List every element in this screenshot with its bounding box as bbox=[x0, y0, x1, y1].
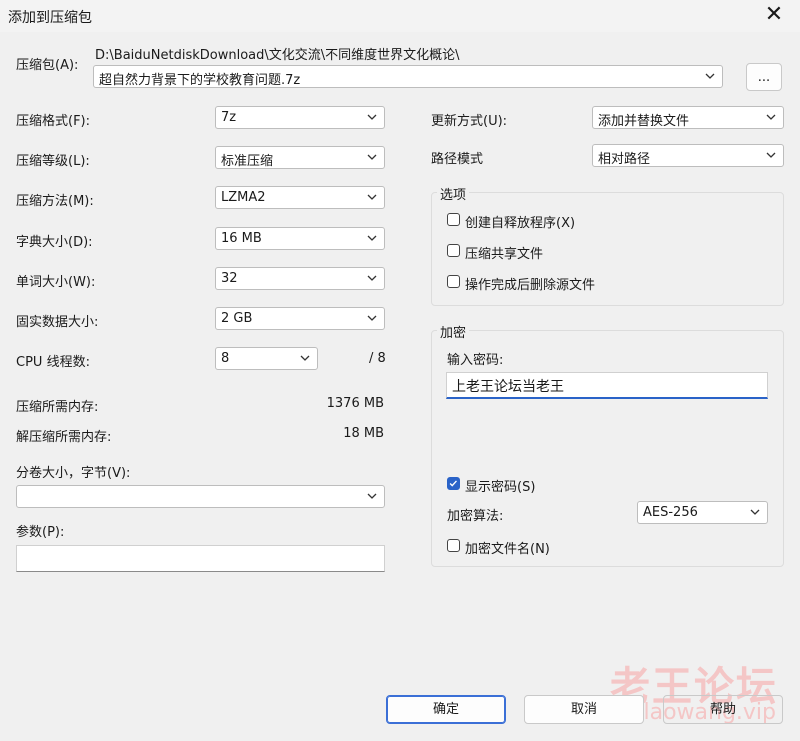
password-value: 上老王论坛当老王 bbox=[452, 379, 564, 395]
browse-button[interactable]: ... bbox=[746, 63, 782, 91]
chevron-down-icon bbox=[766, 114, 776, 120]
level-combo[interactable]: 标准压缩 bbox=[215, 146, 385, 169]
dict-value: 16 MB bbox=[221, 231, 262, 246]
format-value: 7z bbox=[221, 110, 237, 125]
word-label: 单词大小(W): bbox=[16, 275, 96, 290]
volume-combo[interactable] bbox=[16, 485, 385, 508]
encryption-title: 加密 bbox=[437, 322, 470, 341]
word-combo[interactable]: 32 bbox=[215, 267, 385, 290]
dict-label: 字典大小(D): bbox=[16, 235, 93, 250]
level-value: 标准压缩 bbox=[221, 154, 274, 169]
format-combo[interactable]: 7z bbox=[215, 106, 385, 129]
chevron-down-icon bbox=[367, 315, 377, 321]
window-title: 添加到压缩包 bbox=[8, 10, 92, 26]
chevron-down-icon bbox=[367, 235, 377, 241]
archive-name-value: 超自然力背景下的学校教育问题.7z bbox=[99, 73, 301, 88]
chevron-down-icon bbox=[367, 493, 377, 499]
mem-decompress-label: 解压缩所需内存: bbox=[16, 430, 112, 445]
update-label: 更新方式(U): bbox=[431, 114, 508, 129]
show-password-label: 显示密码(S) bbox=[465, 480, 536, 495]
chevron-down-icon bbox=[300, 355, 310, 361]
format-label: 压缩格式(F): bbox=[16, 114, 91, 129]
algo-label: 加密算法: bbox=[447, 509, 504, 524]
title-bar bbox=[0, 0, 800, 32]
password-label: 输入密码: bbox=[447, 353, 504, 368]
chevron-down-icon bbox=[367, 194, 377, 200]
threads-combo[interactable]: 8 bbox=[215, 347, 318, 370]
update-combo[interactable]: 添加并替换文件 bbox=[592, 106, 784, 129]
shared-label: 压缩共享文件 bbox=[465, 247, 544, 262]
solid-label: 固实数据大小: bbox=[16, 315, 99, 330]
volume-label: 分卷大小，字节(V): bbox=[16, 466, 131, 481]
solid-value: 2 GB bbox=[221, 311, 253, 326]
solid-combo[interactable]: 2 GB bbox=[215, 307, 385, 330]
dict-combo[interactable]: 16 MB bbox=[215, 227, 385, 250]
chevron-down-icon bbox=[766, 152, 776, 158]
encrypt-names-checkbox[interactable] bbox=[447, 539, 460, 552]
chevron-down-icon bbox=[367, 275, 377, 281]
params-label: 参数(P): bbox=[16, 525, 65, 540]
shared-checkbox[interactable] bbox=[447, 244, 460, 257]
options-title: 选项 bbox=[437, 184, 470, 203]
threads-label: CPU 线程数: bbox=[16, 355, 90, 370]
chevron-down-icon bbox=[367, 154, 377, 160]
archive-path: D:\BaiduNetdiskDownload\文化交流\不同维度世界文化概论\ bbox=[95, 48, 460, 63]
chevron-down-icon bbox=[750, 509, 760, 515]
chevron-down-icon bbox=[367, 114, 377, 120]
update-value: 添加并替换文件 bbox=[598, 114, 690, 129]
checkmark-icon bbox=[449, 480, 457, 487]
close-icon[interactable]: ✕ bbox=[762, 2, 786, 28]
pathmode-label: 路径模式 bbox=[431, 152, 484, 167]
chevron-down-icon bbox=[705, 73, 715, 79]
password-input[interactable]: 上老王论坛当老王 bbox=[446, 372, 768, 399]
delete-label: 操作完成后删除源文件 bbox=[465, 278, 596, 293]
algo-value: AES-256 bbox=[643, 505, 698, 520]
word-value: 32 bbox=[221, 271, 238, 286]
pathmode-value: 相对路径 bbox=[598, 152, 651, 167]
algo-combo[interactable]: AES-256 bbox=[637, 501, 768, 524]
archive-label: 压缩包(A): bbox=[16, 58, 79, 73]
archive-name-combo[interactable]: 超自然力背景下的学校教育问题.7z bbox=[93, 65, 723, 88]
method-label: 压缩方法(M): bbox=[16, 194, 94, 209]
threads-max: / 8 bbox=[369, 351, 386, 366]
show-password-checkbox[interactable] bbox=[447, 477, 460, 490]
help-button[interactable]: 帮助 bbox=[663, 695, 783, 724]
ok-button[interactable]: 确定 bbox=[386, 695, 506, 724]
mem-compress-label: 压缩所需内存: bbox=[16, 400, 99, 415]
mem-compress-value: 1376 MB bbox=[326, 396, 384, 411]
method-combo[interactable]: LZMA2 bbox=[215, 186, 385, 209]
threads-value: 8 bbox=[221, 351, 230, 366]
params-input[interactable] bbox=[16, 545, 385, 572]
level-label: 压缩等级(L): bbox=[16, 154, 90, 169]
mem-decompress-value: 18 MB bbox=[343, 426, 384, 441]
cancel-button[interactable]: 取消 bbox=[524, 695, 644, 724]
delete-checkbox[interactable] bbox=[447, 275, 460, 288]
pathmode-combo[interactable]: 相对路径 bbox=[592, 144, 784, 167]
method-value: LZMA2 bbox=[221, 190, 266, 205]
sfx-label: 创建自释放程序(X) bbox=[465, 216, 576, 231]
encrypt-names-label: 加密文件名(N) bbox=[465, 542, 550, 557]
sfx-checkbox[interactable] bbox=[447, 213, 460, 226]
